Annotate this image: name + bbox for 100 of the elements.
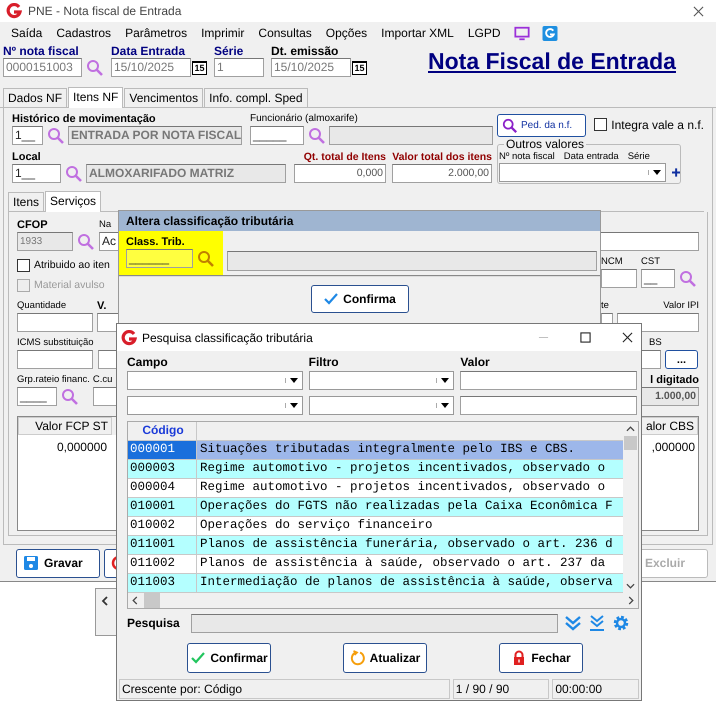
search-icon[interactable] [47,126,65,144]
table-cell-text: ,000000 [650,439,696,456]
field-label: ICMS substituição [17,336,94,350]
search-icon[interactable] [308,126,326,144]
field-label: Pesquisa [127,616,181,630]
search-field[interactable] [191,614,558,632]
more-button[interactable]: ... [665,350,698,369]
caret-icon [284,403,298,408]
input-field[interactable]: 0000151003 [3,58,82,77]
menu-item[interactable]: Imprimir [194,26,252,40]
chevron-right-icon[interactable] [628,596,634,605]
search-icon[interactable] [77,232,95,250]
horizontal-scrollbar[interactable] [128,593,638,608]
input-field[interactable]: __ [641,269,675,288]
tab[interactable]: Serviços [45,191,102,212]
confirm-button[interactable]: Confirma [310,285,408,313]
field-label: Data Entrada [111,44,186,58]
chevron-to-bottom-icon[interactable] [588,614,606,632]
tab[interactable]: Info. compl. Sped [204,88,308,107]
table-cell: 011003 [128,574,197,592]
field-label: Valor IPI [663,299,699,313]
table-row[interactable]: 000003 Regime automotivo - projetos incentivados, observado o [128,460,623,479]
ped-button[interactable]: Ped. da n.f. [497,114,586,137]
input-field[interactable] [460,371,637,390]
maximize-icon[interactable] [580,332,591,343]
status-text: 00:00:00 [552,679,640,699]
column-header[interactable]: Código [128,422,197,440]
checkbox-label: Atribuido ao iten [34,259,110,271]
search-icon[interactable] [61,388,79,406]
table-row[interactable]: 011001 Planos de assistência funerária, observado o art. 236 d [128,536,623,555]
settings-icon[interactable] [612,614,630,632]
chevron-left-icon[interactable] [101,596,109,606]
dropdown[interactable] [127,396,303,415]
chevron-up-icon[interactable] [626,426,635,432]
table-row[interactable]: 000001 Situações tributadas integralmente pelo IBS e CBS. [128,441,623,460]
close-icon[interactable] [693,6,704,16]
tab[interactable]: Vencimentos [124,88,204,107]
input-field[interactable] [17,313,93,332]
monitor-icon[interactable] [514,26,530,40]
table-cell: 000001 [128,441,197,459]
scroll-thumb[interactable] [144,593,160,608]
menu-item[interactable]: Importar XML [374,26,461,40]
checkbox-label: Integra vale a n.f. [611,118,704,132]
chevron-left-icon[interactable] [132,596,138,605]
code-field[interactable]: ______ [126,249,193,268]
chevron-down-icon[interactable] [626,583,635,589]
table-row[interactable]: 010001 Operações do FGTS não realizadas pela Caixa Econômica F [128,498,623,517]
input-field[interactable] [601,269,637,288]
calendar-button[interactable]: 15 [352,60,367,74]
window-title: Pesquisa classificação tributária [142,330,314,344]
vertical-scrollbar[interactable] [623,422,638,593]
table-cell-text: 0,000000 [56,439,108,456]
field-label: Série [214,44,244,58]
menu-item[interactable]: Consultas [251,26,319,40]
tab[interactable]: Itens NF [68,87,124,108]
input-field[interactable]: 1 [214,58,264,77]
scroll-thumb[interactable] [624,436,637,450]
dropdown[interactable] [308,396,454,415]
field-label: Grp.rateio financ. [17,373,90,387]
field-label: Nº nota fiscal [3,44,79,58]
close-icon[interactable] [622,332,633,343]
code-field[interactable]: _____ [250,126,304,145]
input-field[interactable] [17,350,93,369]
input-field[interactable] [460,396,637,415]
menu-item[interactable]: LGPD [460,26,508,40]
confirm-button[interactable]: Confirmar [187,643,271,673]
menu-item[interactable]: Parâmetros [118,26,194,40]
table-row[interactable]: 011003 Intermediação de planos de assistência à saúde, observa [128,574,623,593]
save-button[interactable]: Gravar [16,548,100,578]
dropdown[interactable] [308,371,454,390]
tab[interactable]: Dados NF [3,88,68,107]
input-field[interactable]: 15/10/2025 [111,58,191,77]
menu-item[interactable]: Opções [318,26,374,40]
search-icon[interactable] [679,270,697,288]
input-field[interactable]: ____ [17,387,57,406]
calendar-button[interactable]: 15 [192,60,207,74]
checkbox[interactable] [17,258,30,272]
tab[interactable]: Itens [8,192,44,211]
search-icon[interactable] [197,250,215,268]
column-header: Valor FCP ST [18,417,112,435]
dropdown[interactable] [499,163,666,182]
field-label: Dt. emissão [271,44,338,58]
close-button[interactable]: Fechar [499,643,583,673]
window-title: PNE - Nota fiscal de Entrada [28,4,182,18]
checkbox[interactable] [594,118,608,131]
plus-icon[interactable] [672,168,680,177]
code-field[interactable]: 1__ [12,164,61,183]
refresh-button[interactable]: Atualizar [343,643,427,673]
form-heading: Nota Fiscal de Entrada [428,48,676,75]
refresh-icon [350,650,366,666]
menu-item[interactable]: Saída [4,26,50,40]
input-field[interactable]: 15/10/2025 [271,58,351,77]
search-icon[interactable] [65,164,83,182]
cfop-field[interactable]: 1933 [17,232,73,251]
code-field[interactable]: 1__ [12,126,43,145]
menu-item[interactable]: Cadastros [49,26,118,40]
app-logo-icon[interactable] [542,26,558,40]
double-chevron-down-icon[interactable] [564,614,582,632]
search-icon[interactable] [86,58,104,76]
dropdown[interactable] [127,371,303,390]
